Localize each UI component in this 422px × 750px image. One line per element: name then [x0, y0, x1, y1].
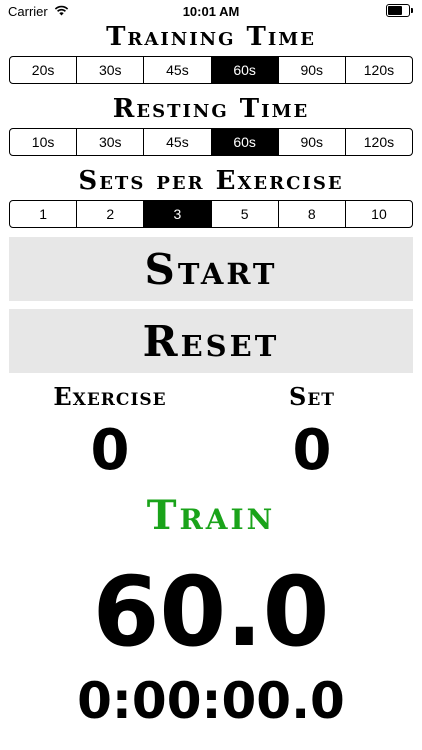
phase-label: Train — [146, 492, 276, 539]
resting-time-option-45s[interactable]: 45s — [143, 129, 210, 155]
elapsed-clock: 0:00:00.0 — [77, 672, 345, 730]
exercise-count: 0 — [90, 418, 130, 483]
training-time-option-45s[interactable]: 45s — [143, 57, 210, 83]
sets-per-exercise-title: Sets per Exercise — [78, 166, 344, 196]
set-label: Set — [289, 382, 335, 411]
training-time-option-60s[interactable]: 60s — [210, 57, 278, 83]
exercise-label: Exercise — [53, 382, 167, 411]
resting-time-option-10s[interactable]: 10s — [10, 129, 76, 155]
resting-time-option-120s[interactable]: 120s — [344, 129, 412, 155]
training-time-title: Training Time — [106, 22, 316, 52]
status-bar: Carrier 10:01 AM — [0, 0, 422, 22]
set-count: 0 — [292, 418, 332, 483]
resting-time-title: Resting Time — [112, 94, 310, 124]
start-button[interactable]: Start — [9, 237, 413, 301]
battery-icon — [386, 4, 413, 17]
sets-per-exercise-option-2[interactable]: 2 — [76, 201, 143, 227]
resting-time-selector: 10s 30s 45s 60s 90s 120s — [9, 128, 413, 156]
training-time-option-90s[interactable]: 90s — [277, 57, 345, 83]
training-time-option-20s[interactable]: 20s — [10, 57, 76, 83]
sets-per-exercise-option-10[interactable]: 10 — [344, 201, 412, 227]
training-time-option-30s[interactable]: 30s — [76, 57, 143, 83]
sets-per-exercise-option-1[interactable]: 1 — [10, 201, 76, 227]
resting-time-option-60s[interactable]: 60s — [210, 129, 278, 155]
status-time: 10:01 AM — [182, 4, 240, 19]
sets-per-exercise-option-5[interactable]: 5 — [210, 201, 278, 227]
resting-time-option-90s[interactable]: 90s — [277, 129, 345, 155]
training-time-option-120s[interactable]: 120s — [344, 57, 412, 83]
sets-per-exercise-option-3[interactable]: 3 — [143, 201, 211, 227]
sets-per-exercise-selector: 1 2 3 5 8 10 — [9, 200, 413, 228]
battery-fill — [388, 6, 403, 15]
sets-per-exercise-option-8[interactable]: 8 — [277, 201, 345, 227]
reset-button[interactable]: Reset — [9, 309, 413, 373]
resting-time-option-30s[interactable]: 30s — [76, 129, 143, 155]
countdown-timer: 60.0 — [92, 556, 330, 668]
training-time-selector: 20s 30s 45s 60s 90s 120s — [9, 56, 413, 84]
